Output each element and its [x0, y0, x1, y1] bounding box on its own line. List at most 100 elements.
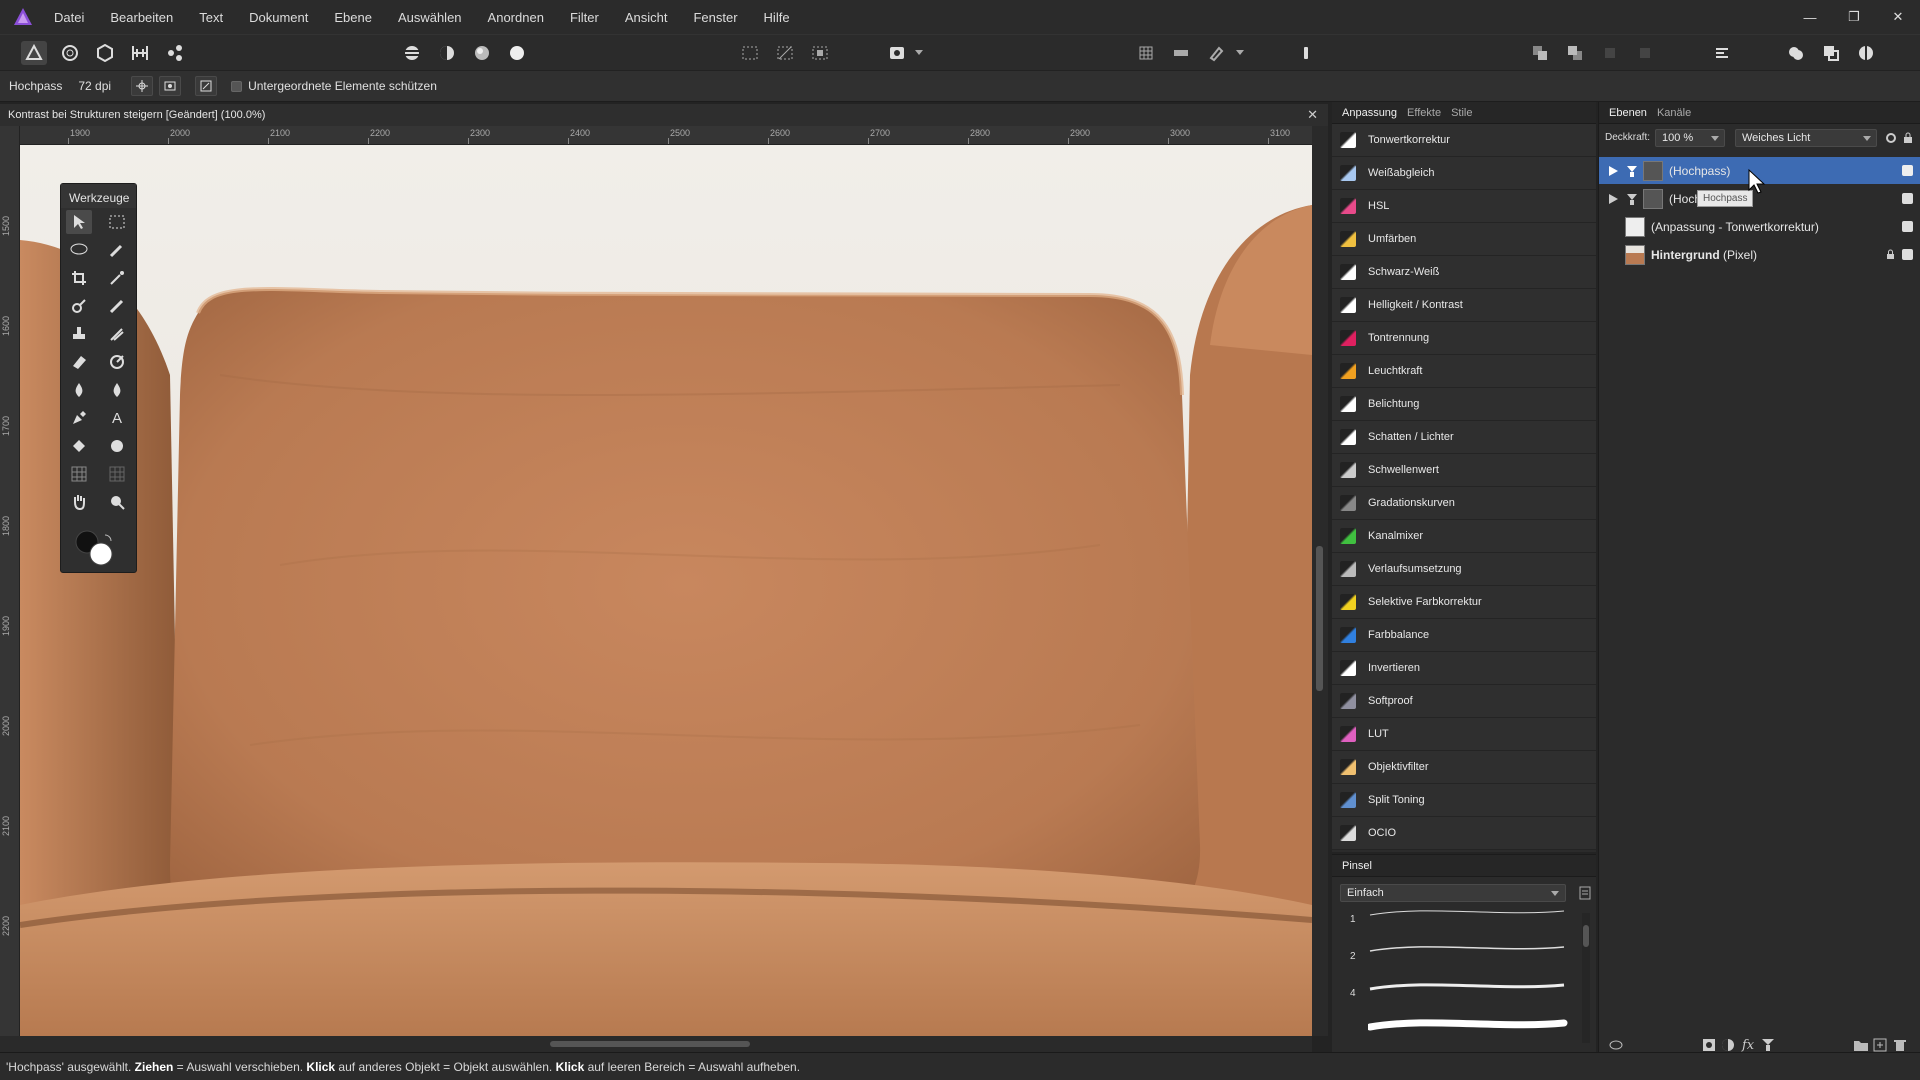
group-layers-icon[interactable] — [1853, 1038, 1869, 1052]
arrange-back-icon[interactable] — [1527, 41, 1553, 65]
color-picker-tool-icon[interactable] — [104, 266, 130, 290]
adjustment-item[interactable]: Schatten / Lichter — [1332, 421, 1596, 454]
mixer-brush-tool-icon[interactable] — [104, 322, 130, 346]
paint-brush-tool-icon[interactable] — [104, 294, 130, 318]
document-tab[interactable]: Kontrast bei Strukturen steigern [Geände… — [0, 104, 1328, 126]
tab-ebenen[interactable]: Ebenen — [1609, 107, 1647, 119]
layer-settings-gear-icon[interactable] — [1885, 132, 1897, 144]
rectangle-marquee-tool-icon[interactable] — [104, 210, 130, 234]
tab-stile[interactable]: Stile — [1451, 107, 1472, 119]
fx-icon[interactable]: fx — [1741, 1036, 1757, 1052]
move-crosshair-icon[interactable] — [131, 76, 154, 96]
crop-tool-icon[interactable] — [66, 266, 92, 290]
boolean-subtract-icon[interactable] — [1818, 41, 1844, 65]
perspective-tool-icon[interactable] — [104, 462, 130, 486]
quick-mask-dropdown-icon[interactable] — [912, 41, 926, 65]
menu-hilfe[interactable]: Hilfe — [764, 10, 790, 25]
horizontal-scroll-thumb[interactable] — [550, 1041, 750, 1047]
quick-mask-icon[interactable] — [884, 41, 910, 65]
photo-persona-icon[interactable] — [21, 41, 47, 65]
auto-levels-icon[interactable] — [399, 41, 425, 65]
adjustment-item[interactable]: Belichtung — [1332, 388, 1596, 421]
adjustment-item[interactable]: Tonwertkorrektur — [1332, 124, 1596, 157]
adjustment-item[interactable]: Split Toning — [1332, 784, 1596, 817]
document-canvas[interactable] — [20, 145, 1312, 1036]
adjustment-item[interactable]: Farbbalance — [1332, 619, 1596, 652]
menu-filter[interactable]: Filter — [570, 10, 599, 25]
protect-children-checkbox[interactable] — [231, 80, 243, 92]
freehand-selection-tool-icon[interactable] — [66, 238, 92, 262]
opacity-dropdown[interactable]: 100 % — [1655, 129, 1725, 147]
adjustment-item[interactable]: HSL — [1332, 190, 1596, 223]
layer-stack-icon[interactable] — [1609, 1038, 1623, 1052]
tone-mapping-persona-icon[interactable] — [127, 41, 153, 65]
selection-brush-tool-icon[interactable] — [104, 238, 130, 262]
blur-tool-icon[interactable] — [66, 378, 92, 402]
menu-datei[interactable]: Datei — [54, 10, 84, 25]
maximize-button[interactable]: ❐ — [1832, 0, 1876, 34]
text-tool-icon[interactable]: A — [104, 406, 130, 430]
eraser-tool-icon[interactable] — [66, 350, 92, 374]
tab-pinsel[interactable]: Pinsel — [1342, 860, 1372, 872]
flood-select-tool-icon[interactable] — [66, 294, 92, 318]
clone-stamp-tool-icon[interactable] — [66, 322, 92, 346]
adjustment-item[interactable]: Leuchtkraft — [1332, 355, 1596, 388]
reset-transform-icon[interactable] — [195, 76, 218, 96]
menu-fenster[interactable]: Fenster — [693, 10, 737, 25]
brush-panel-menu-icon[interactable] — [1579, 886, 1591, 900]
arrange-disabled-2-icon[interactable] — [1632, 41, 1658, 65]
deselect-icon[interactable] — [772, 41, 798, 65]
menu-auswaehlen[interactable]: Auswählen — [398, 10, 462, 25]
close-window-button[interactable]: ✕ — [1876, 0, 1920, 34]
invert-selection-icon[interactable] — [807, 41, 833, 65]
menu-ebene[interactable]: Ebene — [334, 10, 372, 25]
tab-effekte[interactable]: Effekte — [1407, 107, 1441, 119]
brush-category-dropdown[interactable]: Einfach — [1340, 884, 1566, 902]
layer-locked-icon[interactable] — [1886, 249, 1895, 260]
layer-lock-icon[interactable] — [1903, 132, 1913, 144]
canvas-horizontal-scrollbar[interactable] — [0, 1036, 1312, 1052]
layer-visibility-checkbox[interactable] — [1902, 249, 1913, 260]
auto-white-balance-icon[interactable] — [504, 41, 530, 65]
boolean-intersect-icon[interactable] — [1853, 41, 1879, 65]
layer-row-tonwertkorrektur[interactable]: (Anpassung - Tonwertkorrektur) — [1599, 213, 1920, 240]
menu-dokument[interactable]: Dokument — [249, 10, 308, 25]
layer-visibility-checkbox[interactable] — [1902, 221, 1913, 232]
liquify-persona-icon[interactable] — [57, 41, 83, 65]
assistant-icon[interactable] — [1293, 41, 1319, 65]
layer-row-hintergrund[interactable]: Hintergrund (Pixel) — [1599, 241, 1920, 268]
layer-visibility-checkbox[interactable] — [1902, 193, 1913, 204]
snapping-magnet-icon[interactable] — [1203, 41, 1229, 65]
adjustment-item[interactable]: Schwellenwert — [1332, 454, 1596, 487]
shape-tool-icon[interactable] — [104, 434, 130, 458]
foreground-background-color-icon[interactable] — [75, 529, 125, 569]
select-all-icon[interactable] — [737, 41, 763, 65]
auto-contrast-icon[interactable] — [434, 41, 460, 65]
snapping-dropdown-icon[interactable] — [1233, 41, 1247, 65]
fill-tool-icon[interactable] — [66, 434, 92, 458]
auto-colors-icon[interactable] — [469, 41, 495, 65]
tab-kanaele[interactable]: Kanäle — [1657, 107, 1691, 119]
adjustment-item[interactable]: Tontrennung — [1332, 322, 1596, 355]
sharpen-tool-icon[interactable] — [104, 378, 130, 402]
adjustment-item[interactable]: Selektive Farbkorrektur — [1332, 586, 1596, 619]
export-persona-icon[interactable] — [162, 41, 188, 65]
align-icon[interactable] — [1709, 41, 1735, 65]
adjustment-item[interactable]: Weißabgleich — [1332, 157, 1596, 190]
adjustment-item[interactable]: Helligkeit / Kontrast — [1332, 289, 1596, 322]
layer-visibility-checkbox[interactable] — [1902, 165, 1913, 176]
adjustment-item[interactable]: Objektivfilter — [1332, 751, 1596, 784]
close-document-icon[interactable]: ✕ — [1307, 107, 1318, 123]
snapping-guides-icon[interactable] — [1168, 41, 1194, 65]
add-pixel-layer-icon[interactable] — [1873, 1038, 1887, 1052]
mask-layer-icon[interactable] — [1702, 1038, 1716, 1052]
adjustment-item[interactable]: Softproof — [1332, 685, 1596, 718]
live-filter-icon[interactable] — [1761, 1038, 1775, 1052]
boolean-add-icon[interactable] — [1783, 41, 1809, 65]
brush-stroke-previews[interactable] — [1368, 905, 1568, 1035]
minimize-button[interactable]: — — [1788, 0, 1832, 34]
adjustment-item[interactable]: Umfärben — [1332, 223, 1596, 256]
adjustment-item[interactable]: LUT — [1332, 718, 1596, 751]
menu-anordnen[interactable]: Anordnen — [488, 10, 544, 25]
adjustment-item[interactable]: Schwarz-Weiß — [1332, 256, 1596, 289]
